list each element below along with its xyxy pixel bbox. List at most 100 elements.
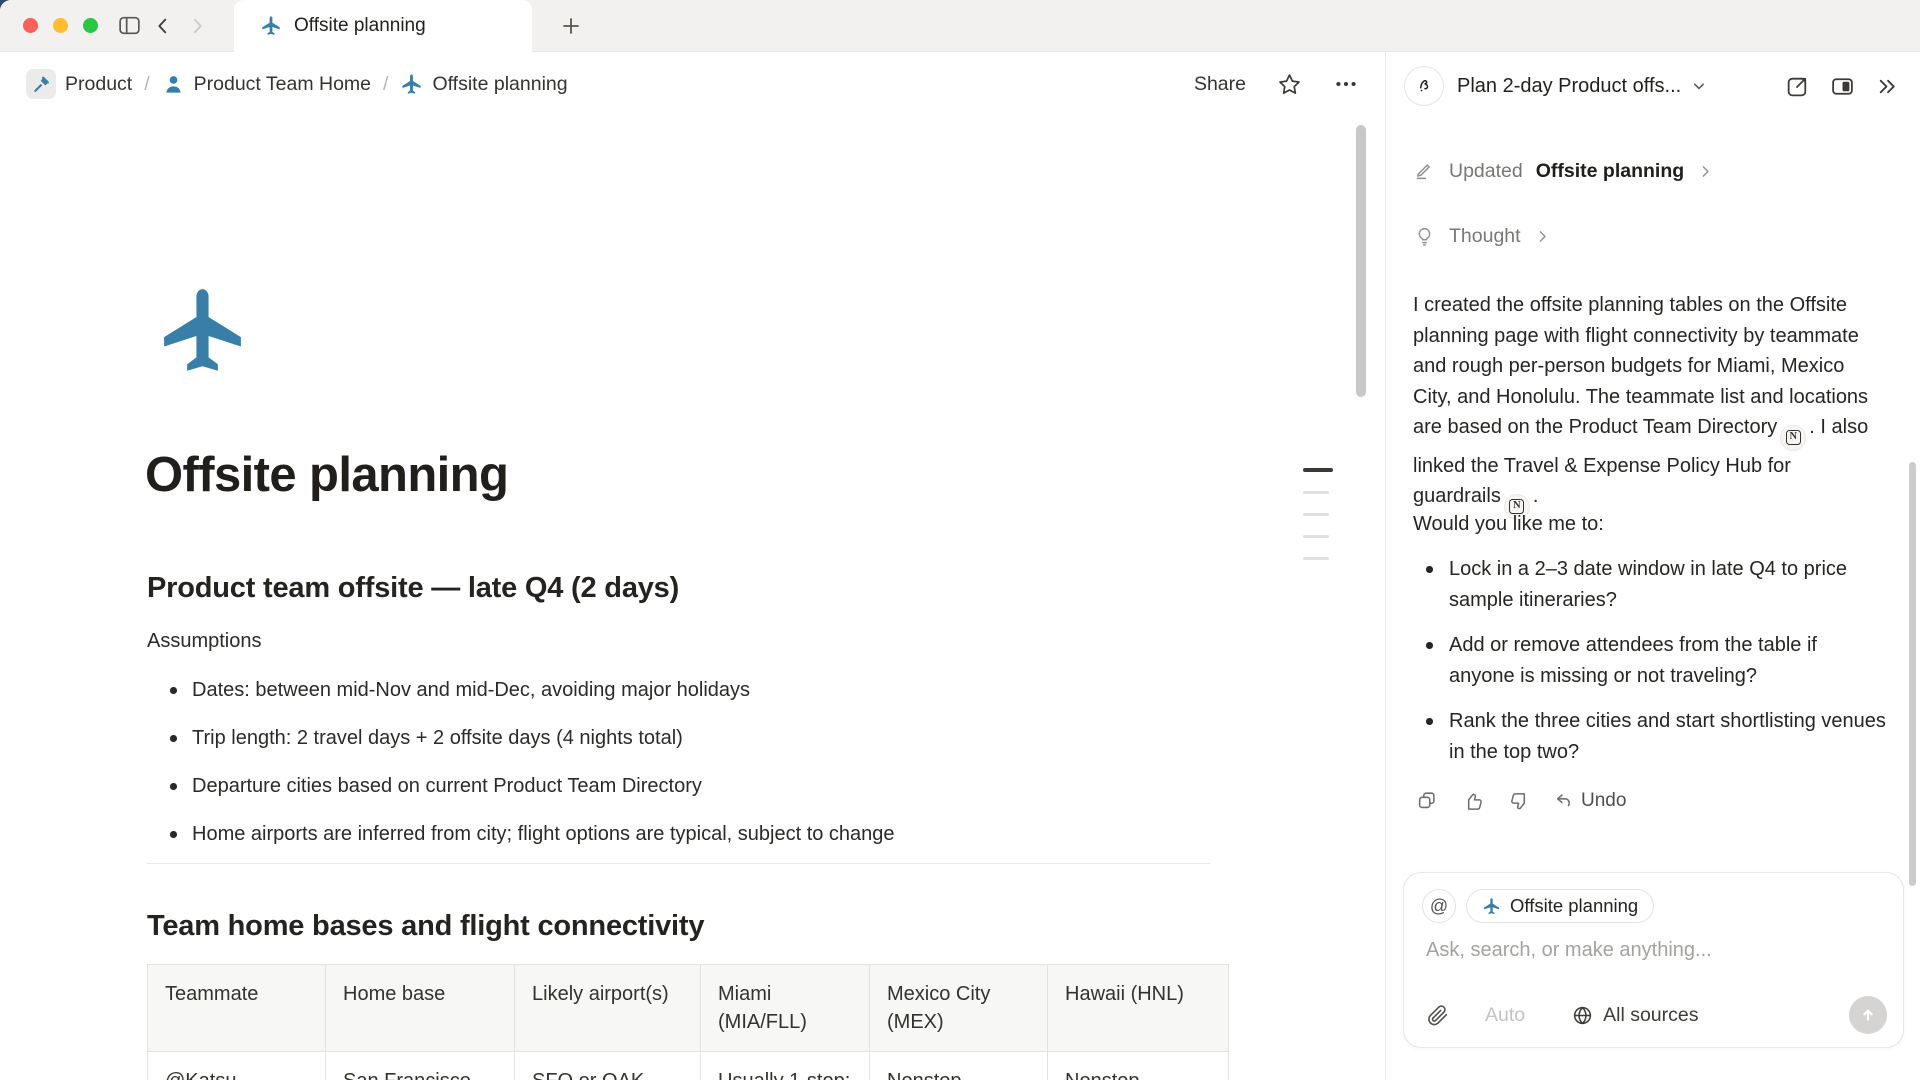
table-header[interactable]: Likely airport(s) (515, 965, 701, 1052)
table-header[interactable]: Mexico City (MEX) (870, 965, 1048, 1052)
table-header[interactable]: Miami (MIA/FLL) (701, 965, 870, 1052)
lightbulb-icon (1413, 225, 1436, 248)
list-item: Trip length: 2 travel days + 2 offsite d… (168, 723, 895, 771)
doc-heading-offsite: Product team offsite — late Q4 (2 days) (147, 572, 679, 605)
table-header-row: Teammate Home base Likely airport(s) Mia… (148, 965, 1229, 1052)
updated-label: Updated (1449, 160, 1523, 183)
main-scrollbar[interactable] (1356, 125, 1366, 397)
breadcrumb-label: Offsite planning (432, 73, 567, 96)
airplane-icon (154, 283, 251, 380)
share-button[interactable]: Share (1194, 73, 1246, 96)
all-sources-button[interactable]: All sources (1571, 1004, 1698, 1027)
breadcrumb-label: Product Team Home (194, 73, 371, 96)
airplane-icon (1482, 897, 1501, 916)
table-cell[interactable]: Nonstop (870, 1052, 1048, 1080)
breadcrumb-item-product[interactable]: Product (26, 69, 132, 99)
list-item: Rank the three cities and start shortlis… (1413, 706, 1888, 767)
ai-prompt-input[interactable] (1426, 939, 1856, 962)
breadcrumb-item-offsite-planning[interactable]: Offsite planning (400, 73, 567, 96)
ai-panel-scrollbar[interactable] (1909, 462, 1916, 886)
copy-icon[interactable] (1410, 786, 1444, 816)
chevron-down-icon[interactable] (1689, 76, 1709, 96)
list-item: Dates: between mid-Nov and mid-Dec, avoi… (168, 675, 895, 723)
breadcrumb-item-product-team-home[interactable]: Product Team Home (162, 73, 371, 96)
table-header[interactable]: Teammate (148, 965, 326, 1052)
ai-message-text: I created the offsite planning tables on… (1413, 290, 1873, 520)
arrow-up-icon (1858, 1005, 1878, 1025)
new-tab-button[interactable] (554, 9, 588, 43)
page-icon-airplane[interactable] (154, 283, 251, 380)
tab-bar: Offsite planning (0, 0, 1920, 52)
collapse-panel-double-chevron-icon[interactable] (1875, 74, 1900, 99)
back-button[interactable] (146, 9, 180, 43)
mention-at-button[interactable]: @ (1422, 889, 1456, 923)
table-header[interactable]: Home base (326, 965, 515, 1052)
ai-face-icon (1404, 66, 1444, 106)
thumbs-up-icon[interactable] (1456, 786, 1490, 816)
main-content-area: Product / Product Team Home / Offsite pl… (0, 52, 1385, 1080)
ai-thread-title[interactable]: Plan 2-day Product offs... (1457, 75, 1681, 98)
table-cell[interactable]: Usually 1-stop; (701, 1052, 870, 1080)
table-cell[interactable]: SFO or OAK (515, 1052, 701, 1080)
chevron-right-icon (1697, 163, 1714, 180)
thought-step-row[interactable]: Thought (1413, 225, 1551, 248)
close-window-button[interactable] (23, 18, 38, 33)
auto-mode-label[interactable]: Auto (1485, 1004, 1525, 1027)
table-cell[interactable]: San Francisco (326, 1052, 515, 1080)
ai-assistant-panel: Plan 2-day Product offs... (1385, 52, 1920, 1080)
zoom-window-button[interactable] (83, 18, 98, 33)
ai-composer: @ Offsite planning Auto (1403, 872, 1904, 1048)
list-item: Home airports are inferred from city; fl… (168, 819, 895, 867)
edit-pencil-icon (1413, 160, 1436, 183)
doc-heading-flight-connectivity: Team home bases and flight connectivity (147, 910, 704, 943)
context-chip-label: Offsite planning (1510, 895, 1638, 917)
more-options-ellipsis-icon[interactable] (1333, 71, 1359, 97)
toc-dash-active[interactable] (1303, 468, 1333, 472)
sidebar-toggle-icon[interactable] (112, 9, 146, 43)
doc-header: Product / Product Team Home / Offsite pl… (0, 52, 1385, 116)
list-item: Departure cities based on current Produc… (168, 771, 895, 819)
thumbs-down-icon[interactable] (1502, 786, 1536, 816)
forward-button[interactable] (180, 9, 214, 43)
flight-connectivity-table: Teammate Home base Likely airport(s) Mia… (147, 964, 1229, 1080)
composer-toolbar: Auto All sources (1426, 996, 1887, 1034)
ai-panel-header: Plan 2-day Product offs... (1404, 64, 1900, 108)
toc-dash[interactable] (1303, 513, 1329, 516)
context-chip-offsite-planning[interactable]: Offsite planning (1466, 889, 1654, 923)
person-mention[interactable]: @Katsu (165, 1070, 236, 1080)
toc-dash[interactable] (1303, 491, 1329, 494)
notion-page-badge-icon[interactable]: N (1780, 425, 1806, 451)
app-window: Offsite planning (0, 0, 1920, 1080)
table-cell: @Katsu (148, 1052, 326, 1080)
ai-question-text: Would you like me to: (1413, 513, 1604, 536)
updated-step-row[interactable]: Updated Offsite planning (1413, 160, 1714, 183)
panel-layout-icon[interactable] (1830, 74, 1855, 99)
minimize-window-button[interactable] (53, 18, 68, 33)
undo-button[interactable]: Undo (1552, 790, 1626, 812)
airplane-icon (400, 73, 423, 96)
ai-message-actions: Undo (1410, 786, 1626, 816)
ai-header-buttons (1785, 74, 1900, 99)
tab-offsite-planning[interactable]: Offsite planning (234, 0, 532, 52)
page-title: Offsite planning (145, 447, 508, 503)
chevron-right-icon (1534, 228, 1551, 245)
table-cell[interactable]: Nonstop (1048, 1052, 1229, 1080)
attachment-paperclip-icon[interactable] (1426, 1004, 1449, 1027)
message-part: I created the offsite planning tables on… (1413, 294, 1868, 438)
table-of-contents-indicator[interactable] (1303, 468, 1333, 560)
table-header[interactable]: Hawaii (HNL) (1048, 965, 1229, 1052)
tab-title: Offsite planning (294, 15, 426, 37)
updated-page-name: Offsite planning (1536, 160, 1684, 183)
window-controls (23, 18, 98, 33)
send-button[interactable] (1849, 996, 1887, 1034)
favorite-star-icon[interactable] (1276, 71, 1303, 98)
message-part: . (1533, 485, 1539, 507)
table-row: @Katsu San Francisco SFO or OAK Usually … (148, 1052, 1229, 1080)
airplane-icon (260, 15, 282, 37)
breadcrumb-separator: / (142, 73, 151, 96)
toc-dash[interactable] (1303, 535, 1329, 538)
new-chat-compose-icon[interactable] (1785, 74, 1810, 99)
ai-suggestions-list: Lock in a 2–3 date window in late Q4 to … (1413, 554, 1888, 783)
toc-dash[interactable] (1303, 557, 1329, 560)
breadcrumb: Product / Product Team Home / Offsite pl… (26, 69, 568, 99)
